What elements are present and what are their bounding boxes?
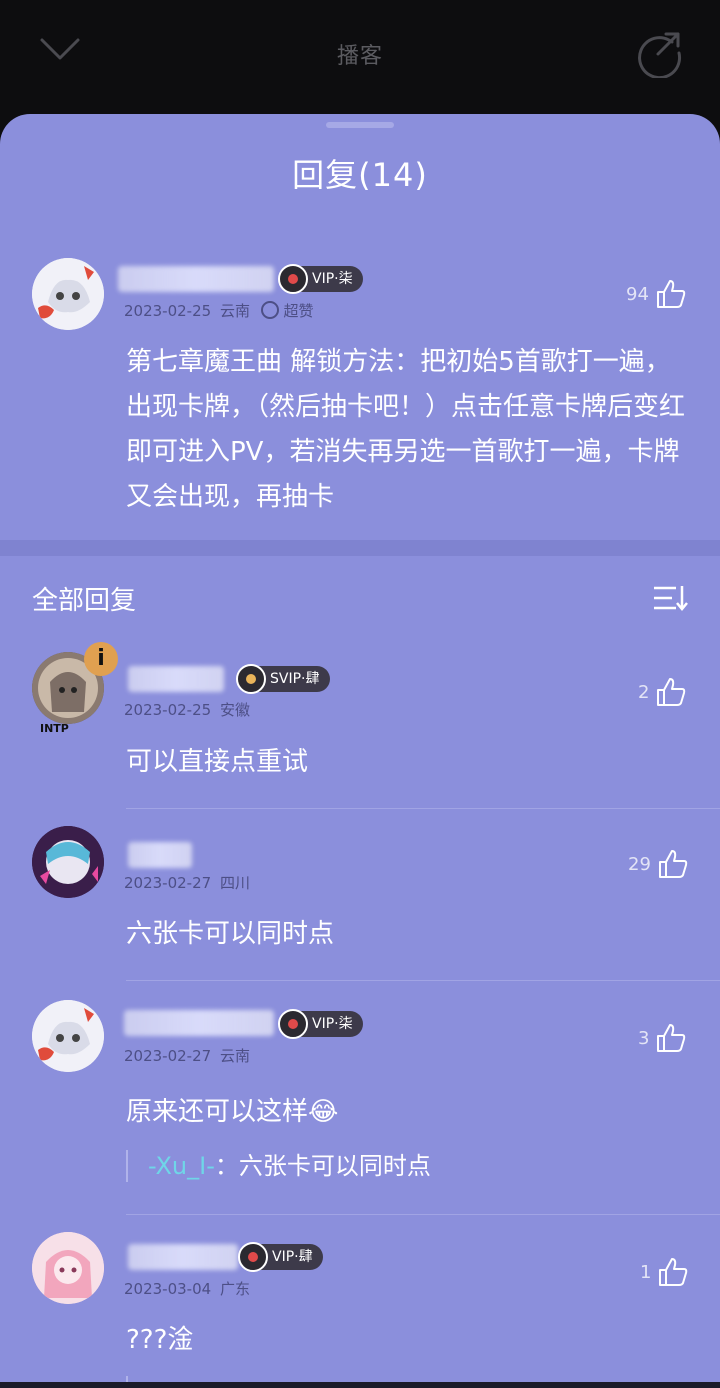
comment-text: 可以直接点重试 bbox=[126, 747, 309, 777]
quoted-reply[interactable]: -Xu_I-：六张卡可以同时点 bbox=[126, 1150, 431, 1182]
avatar[interactable] bbox=[32, 258, 104, 330]
divider bbox=[126, 1214, 720, 1215]
thumb-up-icon bbox=[657, 1024, 686, 1052]
comment-text: 六张卡可以同时点 bbox=[126, 919, 335, 949]
username-blurred[interactable] bbox=[128, 842, 192, 868]
comment-text: ???淦 bbox=[126, 1325, 194, 1355]
vip-badge: VIP·肆 bbox=[238, 1242, 323, 1272]
divider bbox=[126, 808, 720, 809]
page-title: 播客 bbox=[336, 44, 383, 69]
avatar[interactable] bbox=[32, 1000, 104, 1072]
smile-icon bbox=[260, 301, 279, 319]
comment-meta: 2023-02-27 四川 bbox=[124, 874, 250, 892]
comment-meta: 2023-02-27 云南 bbox=[124, 1047, 250, 1065]
replies-sheet: 回复(14) VIP·柒 2023-02-25 云南 超赞 94 第七章魔王曲 … bbox=[0, 114, 720, 1388]
username-blurred[interactable] bbox=[124, 1010, 274, 1036]
comment-meta: 2023-03-04 广东 bbox=[124, 1280, 250, 1298]
section-title: 全部回复 bbox=[32, 586, 137, 616]
sheet-title: 回复(14) bbox=[292, 156, 428, 194]
thumb-up-icon bbox=[658, 850, 688, 878]
divider bbox=[126, 980, 720, 981]
comment-meta: 2023-02-25 云南 超赞 bbox=[124, 301, 314, 320]
drag-handle[interactable] bbox=[326, 122, 394, 128]
avatar-i-icon: i bbox=[84, 642, 118, 676]
thumb-up-icon bbox=[659, 1258, 688, 1286]
username-blurred[interactable] bbox=[128, 666, 224, 692]
section-divider bbox=[0, 540, 720, 556]
vip-badge: VIP·柒 bbox=[278, 1009, 363, 1039]
comment-meta: 2023-02-25 安徽 bbox=[124, 701, 250, 719]
like-button[interactable]: 29 bbox=[628, 848, 689, 880]
like-button[interactable]: 2 bbox=[638, 676, 687, 708]
quoted-username[interactable]: -Xu_I- bbox=[148, 1152, 215, 1180]
vip-badge: VIP·柒 bbox=[278, 264, 363, 294]
comment-text: 第七章魔王曲 解锁方法：把初始5首歌打一遍，出现卡牌，（然后抽卡吧！）点击任意卡… bbox=[126, 347, 686, 512]
svip-badge: SVIP·肆 bbox=[236, 664, 330, 694]
vinyl-icon bbox=[278, 264, 308, 294]
like-button[interactable]: 3 bbox=[638, 1022, 687, 1054]
vinyl-icon bbox=[278, 1009, 308, 1039]
sort-icon[interactable] bbox=[652, 582, 688, 614]
avatar[interactable] bbox=[32, 1232, 104, 1304]
top-bar: 播客 bbox=[0, 0, 720, 112]
username-blurred[interactable] bbox=[118, 266, 274, 292]
bottom-edge bbox=[0, 1382, 720, 1388]
vinyl-icon bbox=[236, 664, 266, 694]
like-button[interactable]: 94 bbox=[626, 278, 687, 310]
username-blurred[interactable] bbox=[128, 1244, 238, 1270]
avatar[interactable] bbox=[32, 826, 104, 898]
avatar-label: INTP bbox=[40, 722, 69, 735]
thumb-up-icon bbox=[656, 280, 686, 308]
comment-text: 原来还可以这样😂 bbox=[126, 1097, 339, 1127]
like-button[interactable]: 1 bbox=[640, 1256, 689, 1288]
thumb-up-icon bbox=[657, 678, 686, 706]
vinyl-icon bbox=[238, 1242, 268, 1272]
quoted-text: ：六张卡可以同时点 bbox=[214, 1152, 431, 1180]
share-icon[interactable] bbox=[634, 28, 684, 78]
